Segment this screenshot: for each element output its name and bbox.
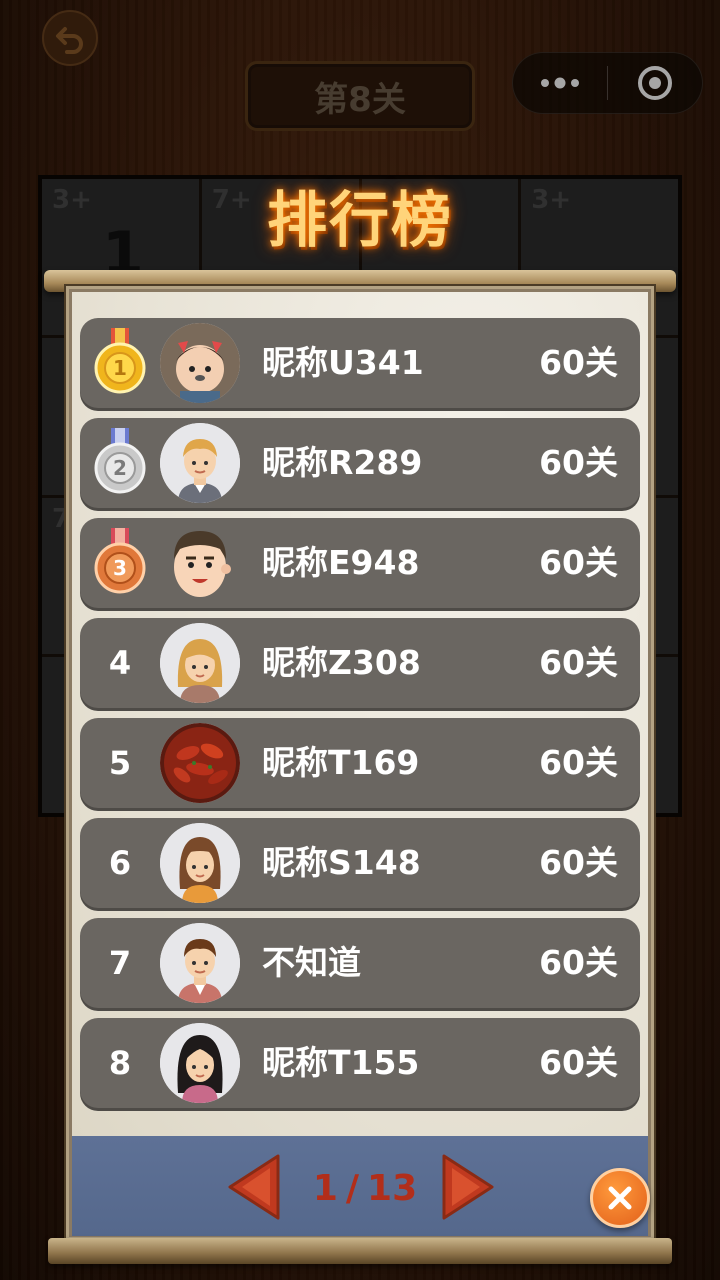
avatar: [160, 723, 240, 803]
close-icon: [608, 1186, 632, 1210]
child-photo-avatar: [160, 323, 240, 403]
leaderboard-row[interactable]: 8 昵称T155 60关: [80, 1018, 640, 1108]
player-score: 60关: [539, 643, 618, 682]
scroll-bottom-rod: [48, 1238, 672, 1264]
player-name: 昵称T155: [262, 1043, 420, 1082]
current-page: 1: [312, 1167, 338, 1209]
player-name: 昵称Z308: [262, 643, 421, 682]
player-name: 昵称E948: [262, 543, 420, 582]
rank-number: 7: [108, 944, 132, 982]
prev-page-button[interactable]: [226, 1152, 282, 1222]
crayfish-photo-avatar: [160, 723, 240, 803]
leaderboard-row[interactable]: 3 昵称E948 60关: [80, 518, 640, 608]
player-score: 60关: [539, 843, 618, 882]
silver-medal-icon: 2: [94, 428, 146, 494]
cartoon-man-avatar: [174, 531, 231, 597]
player-name: 不知道: [262, 943, 361, 982]
vest-man-avatar: [160, 923, 240, 1003]
avatar: [160, 823, 240, 903]
player-name: 昵称T169: [262, 743, 420, 782]
rank-cell: 3: [80, 518, 160, 608]
player-name: 昵称S148: [262, 843, 421, 882]
avatar: [160, 623, 240, 703]
avatar: [160, 523, 240, 603]
page-indicator: 1 / 13: [295, 1160, 435, 1216]
avatar: [160, 1023, 240, 1103]
total-pages: 13: [367, 1167, 418, 1209]
avatar: [160, 323, 240, 403]
avatar: [160, 923, 240, 1003]
leaderboard-row[interactable]: 6 昵称S148 60关: [80, 818, 640, 908]
rank-number: 8: [108, 1044, 132, 1082]
close-button[interactable]: [590, 1168, 650, 1228]
leaderboard-row[interactable]: 4 昵称Z308 60关: [80, 618, 640, 708]
leaderboard-row[interactable]: 5 昵称T169 60关: [80, 718, 640, 808]
player-name: 昵称R289: [262, 443, 423, 482]
svg-text:2: 2: [113, 456, 127, 480]
bronze-medal-icon: 3: [94, 528, 146, 594]
leaderboard-row[interactable]: 1 昵称U341 60关: [80, 318, 640, 408]
rank-number: 4: [108, 644, 132, 682]
left-arrow-icon: [228, 1154, 280, 1220]
next-page-button[interactable]: [440, 1152, 496, 1222]
player-score: 60关: [539, 743, 618, 782]
avatar: [160, 423, 240, 503]
leaderboard-list: 1 昵称U341 60关 2 昵称R289 60关 3 昵称E948 60关 4…: [80, 318, 640, 1118]
rank-number: 6: [108, 844, 132, 882]
rank-cell: 2: [80, 418, 160, 508]
rank-number: 5: [108, 744, 132, 782]
blond-man-avatar: [160, 423, 240, 503]
player-score: 60关: [539, 343, 618, 382]
player-score: 60关: [539, 1043, 618, 1082]
svg-text:3: 3: [113, 556, 127, 580]
player-score: 60关: [539, 943, 618, 982]
leaderboard-title: 排行榜: [267, 186, 453, 256]
page-separator: /: [345, 1167, 360, 1209]
black-hair-woman-avatar: [160, 1023, 240, 1103]
player-score: 60关: [539, 443, 618, 482]
leaderboard-row[interactable]: 2 昵称R289 60关: [80, 418, 640, 508]
player-name: 昵称U341: [262, 343, 424, 382]
player-score: 60关: [539, 543, 618, 582]
brown-hair-woman-avatar: [160, 823, 240, 903]
leaderboard-row[interactable]: 7 不知道 60关: [80, 918, 640, 1008]
svg-text:1: 1: [113, 356, 127, 380]
blonde-woman-avatar: [160, 623, 240, 703]
right-arrow-icon: [442, 1154, 494, 1220]
rank-cell: 1: [80, 318, 160, 408]
gold-medal-icon: 1: [94, 328, 146, 394]
